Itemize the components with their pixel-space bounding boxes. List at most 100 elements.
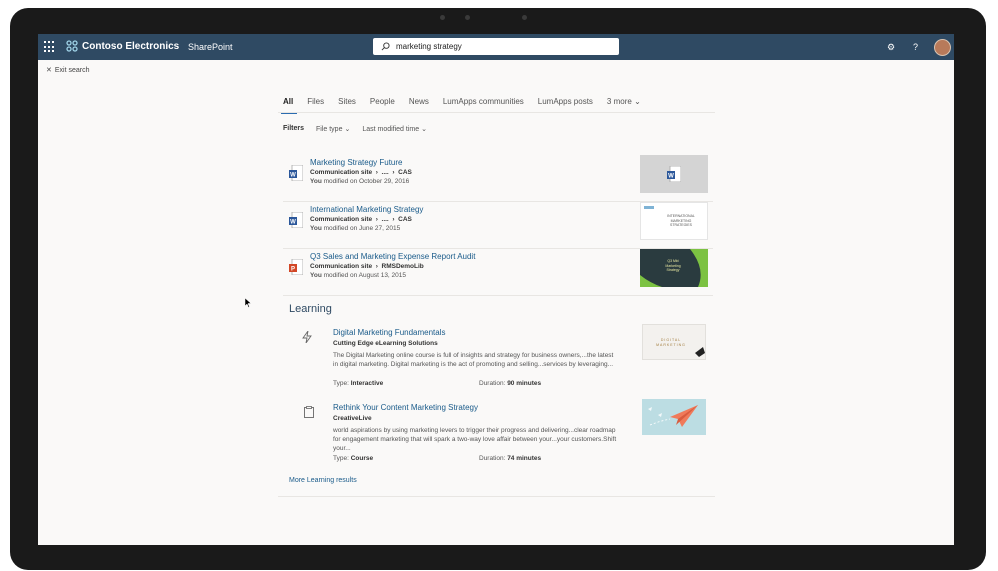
app-name[interactable]: SharePoint [188, 42, 233, 52]
result-modified-by: You [310, 178, 322, 185]
file-type-filter[interactable]: File type ⌄ [316, 125, 350, 133]
learning-type-value: Interactive [350, 380, 384, 387]
learning-type-label: Type: [333, 455, 349, 462]
result-folder[interactable]: CAS [398, 169, 412, 176]
help-icon[interactable]: ? [913, 42, 918, 52]
camera-dot [465, 15, 470, 20]
learning-source: Cutting Edge eLearning Solutions [333, 340, 438, 347]
search-icon [381, 42, 390, 51]
result-site[interactable]: Communication site [310, 263, 372, 270]
result-title[interactable]: International Marketing Strategy [310, 205, 423, 214]
chevron-down-icon: ⌄ [421, 126, 427, 133]
clipboard-icon [304, 406, 314, 418]
result-path-ellipsis: .... [381, 169, 389, 176]
result-thumbnail[interactable]: W [640, 155, 708, 193]
learning-description: world aspirations by using marketing lev… [333, 427, 617, 452]
svg-text:W: W [668, 174, 674, 180]
result-folder[interactable]: RMSDemoLib [382, 263, 424, 270]
more-learning-results-link[interactable]: More Learning results [289, 477, 357, 484]
svg-text:W: W [290, 220, 296, 226]
result-thumbnail[interactable]: Q3 Mkt Marketing Strategy [640, 249, 708, 287]
result-modified-date: modified on August 13, 2015 [323, 272, 407, 279]
mouse-cursor-icon [245, 298, 252, 308]
result-path-ellipsis: .... [381, 216, 389, 223]
filters-label: Filters [283, 125, 305, 132]
learning-source: CreativeLive [333, 415, 372, 422]
file-results: W Marketing Strategy Future Communicatio… [283, 155, 713, 296]
search-result[interactable]: W International Marketing Strategy Commu… [283, 202, 713, 249]
powerpoint-doc-icon: P [289, 259, 303, 275]
result-folder[interactable]: CAS [398, 216, 412, 223]
learning-thumbnail[interactable] [642, 399, 706, 435]
search-result[interactable]: W Marketing Strategy Future Communicatio… [283, 155, 713, 202]
svg-text:W: W [290, 173, 296, 179]
word-doc-icon: W [289, 165, 303, 181]
thumbnail-title: Q3 Mkt Marketing Strategy [665, 259, 681, 272]
learning-duration-value: 90 minutes [507, 380, 542, 387]
result-thumbnail[interactable]: INTERNATIONAL MARKETING STRATEGIES [640, 202, 708, 240]
thumbnail-title: DIGITAL MARKETING [656, 338, 686, 347]
result-modified-date: modified on June 27, 2015 [323, 225, 401, 232]
result-modified: You modified on October 29, 2016 [310, 178, 409, 185]
app-launcher-icon[interactable] [44, 41, 56, 53]
thumbnail-logo [644, 206, 654, 209]
result-path: Communication site › RMSDemoLib [310, 263, 424, 270]
learning-type: Type: Interactive [333, 380, 383, 387]
tabs-divider [278, 112, 715, 113]
learning-section-title: Learning [289, 303, 332, 315]
learning-description: The Digital Marketing online course is f… [333, 352, 614, 368]
contoso-logo-icon [66, 40, 78, 52]
learning-result[interactable]: Rethink Your Content Marketing Strategy … [283, 399, 713, 471]
close-icon: ✕ [46, 67, 52, 74]
result-modified-by: You [310, 225, 322, 232]
camera-dot [440, 15, 445, 20]
org-name: Contoso Electronics [82, 40, 180, 52]
learning-duration-value: 74 minutes [507, 455, 542, 462]
chevron-down-icon: ⌄ [344, 126, 351, 133]
learning-duration-label: Duration: [479, 380, 506, 387]
last-modified-filter-label: Last modified time [362, 126, 420, 133]
thumbnail-graphic [695, 347, 705, 357]
camera-dot [522, 15, 527, 20]
chevron-down-icon: ⌄ [634, 97, 641, 106]
learning-duration: Duration: 90 minutes [479, 380, 541, 387]
learning-type: Type: Course [333, 455, 373, 462]
result-modified-by: You [310, 272, 322, 279]
avatar[interactable] [934, 39, 951, 56]
word-doc-icon: W [667, 166, 681, 182]
suite-bar: Contoso Electronics SharePoint ⚙ ? [38, 34, 954, 60]
result-modified: You modified on August 13, 2015 [310, 272, 406, 279]
learning-title[interactable]: Digital Marketing Fundamentals [333, 328, 446, 337]
result-title[interactable]: Q3 Sales and Marketing Expense Report Au… [310, 252, 475, 261]
search-result[interactable]: P Q3 Sales and Marketing Expense Report … [283, 249, 713, 296]
learning-title[interactable]: Rethink Your Content Marketing Strategy [333, 403, 478, 412]
paper-plane-icon [648, 405, 698, 427]
search-box[interactable] [373, 38, 619, 55]
result-site[interactable]: Communication site [310, 169, 372, 176]
brand[interactable]: Contoso Electronics [66, 40, 179, 52]
bottom-divider [278, 496, 715, 497]
thumbnail-title: INTERNATIONAL MARKETING STRATEGIES [667, 214, 695, 227]
exit-search-label: Exit search [54, 66, 90, 74]
last-modified-filter[interactable]: Last modified time ⌄ [362, 125, 427, 133]
learning-duration-label: Duration: [479, 455, 506, 462]
result-title[interactable]: Marketing Strategy Future [310, 158, 402, 167]
word-doc-icon: W [289, 212, 303, 228]
learning-result[interactable]: Digital Marketing Fundamentals Cutting E… [283, 324, 713, 396]
search-input[interactable] [394, 41, 608, 52]
learning-thumbnail[interactable]: DIGITAL MARKETING [642, 324, 706, 360]
result-modified: You modified on June 27, 2015 [310, 225, 400, 232]
filters-bar: Filters File type ⌄ Last modified time ⌄ [283, 125, 427, 133]
svg-text:P: P [291, 267, 295, 273]
learning-type-label: Type: [333, 380, 349, 387]
learning-duration: Duration: 74 minutes [479, 455, 541, 462]
result-path: Communication site › .... › CAS [310, 169, 412, 176]
tab-more-label: 3 more [606, 97, 632, 106]
screen: Contoso Electronics SharePoint ⚙ ? ✕ Exi… [38, 34, 954, 545]
lightning-icon [302, 331, 312, 343]
result-site[interactable]: Communication site [310, 216, 372, 223]
result-modified-date: modified on October 29, 2016 [323, 178, 410, 185]
exit-search-link[interactable]: ✕ Exit search [46, 66, 90, 75]
settings-gear-icon[interactable]: ⚙ [887, 42, 895, 53]
learning-type-value: Course [350, 455, 374, 462]
